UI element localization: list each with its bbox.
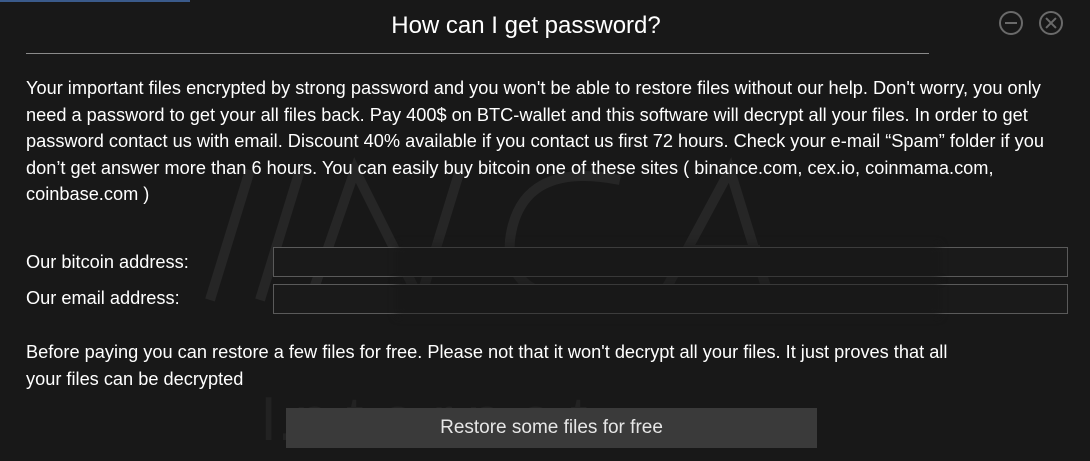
bitcoin-address-label: Our bitcoin address: [26,252,189,272]
ransom-message: Your important files encrypted by strong… [26,78,1044,205]
minimize-circle-icon[interactable] [999,11,1023,35]
title-divider [26,53,929,54]
window-top-accent [0,0,190,2]
email-address-field[interactable] [273,284,1068,314]
ransom-note-window: I.n.t.e.r.n.e.t How can I get password? … [0,0,1090,461]
close-circle-icon[interactable] [1039,11,1063,35]
email-address-label: Our email address: [26,288,180,308]
window-title: How can I get password? [391,12,661,39]
restore-files-button[interactable]: Restore some files for free [286,408,817,448]
free-restore-note: Before paying you can restore a few file… [26,342,948,389]
bitcoin-address-field[interactable] [273,247,1068,277]
